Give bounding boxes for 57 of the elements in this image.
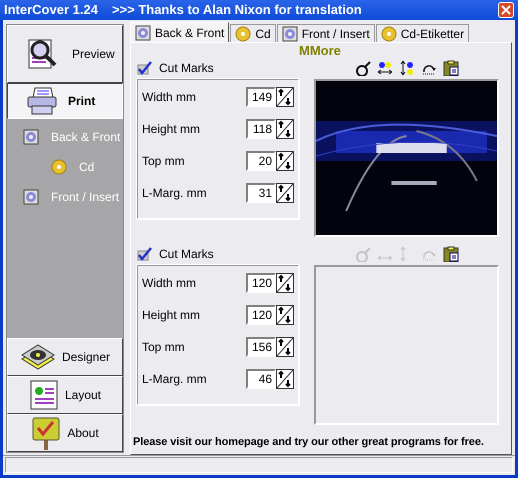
number-field[interactable]: 20 [246, 151, 276, 171]
number-field[interactable]: 120 [246, 305, 276, 325]
field-label: L-Marg. mm [142, 185, 207, 202]
checkbox-label: Cut Marks [159, 60, 214, 77]
sidebar-button[interactable]: Layout [7, 376, 123, 414]
number-field[interactable]: 118 [246, 119, 276, 139]
sidebar-button[interactable]: Print [7, 83, 123, 119]
number-field[interactable]: 120 [246, 273, 276, 293]
spin-icon[interactable] [276, 119, 294, 139]
number-field[interactable]: 31 [246, 183, 276, 203]
window-subtitle: >>> Thanks to Alan Nixon for translation [112, 1, 362, 20]
field-label: L-Marg. mm [142, 371, 207, 388]
cd-case-icon [282, 26, 298, 42]
spin-icon[interactable] [276, 87, 294, 107]
clipboard-icon[interactable] [442, 246, 458, 262]
sidebar-button[interactable]: Designer [7, 338, 123, 376]
magnifier-icon [26, 38, 58, 70]
field-label: Height mm [142, 121, 200, 138]
sidebar-button[interactable]: About [7, 414, 123, 452]
disc-icon [20, 343, 56, 371]
field-label: Width mm [142, 275, 196, 292]
field-label: Width mm [142, 89, 196, 106]
field-label: Top mm [142, 153, 185, 170]
number-field[interactable]: 46 [246, 369, 276, 389]
tab[interactable]: Cd [230, 24, 276, 42]
cd-icon [51, 159, 67, 175]
field-label: Top mm [142, 339, 185, 356]
sign-icon [31, 416, 62, 450]
spin-icon[interactable] [276, 183, 294, 203]
checkbox-label: Cut Marks [159, 246, 214, 263]
more-link[interactable]: MMore [299, 43, 507, 59]
spin-icon[interactable] [276, 305, 294, 325]
tab[interactable]: Front / Insert [276, 24, 375, 42]
sidebar-button[interactable]: Preview [7, 25, 123, 83]
footer-text: Please visit our homepage and try our other great programs for free. [133, 434, 484, 450]
checkbox[interactable] [137, 247, 153, 261]
number-field[interactable]: 156 [246, 337, 276, 357]
cd-case-icon [135, 24, 151, 40]
printer-icon [26, 86, 58, 116]
tab[interactable]: Back & Front [130, 22, 230, 42]
number-field[interactable]: 149 [246, 87, 276, 107]
cd-case-icon [23, 129, 39, 145]
horizontal-arrows-icon[interactable] [376, 60, 392, 76]
clipboard-icon[interactable] [442, 60, 458, 76]
spin-icon[interactable] [276, 151, 294, 171]
window-title: InterCover 1.24 [4, 1, 98, 20]
tab[interactable]: Cd-Etiketter [376, 24, 470, 42]
spin-icon[interactable] [276, 273, 294, 293]
vertical-arrows-icon[interactable] [398, 60, 414, 76]
zoom-icon[interactable] [354, 60, 370, 76]
close-button[interactable] [498, 2, 514, 18]
cd-case-icon [23, 189, 39, 205]
document-icon [28, 379, 59, 411]
checkbox[interactable] [137, 61, 153, 75]
spin-icon[interactable] [276, 369, 294, 389]
field-label: Height mm [142, 307, 200, 324]
spin-icon[interactable] [276, 337, 294, 357]
